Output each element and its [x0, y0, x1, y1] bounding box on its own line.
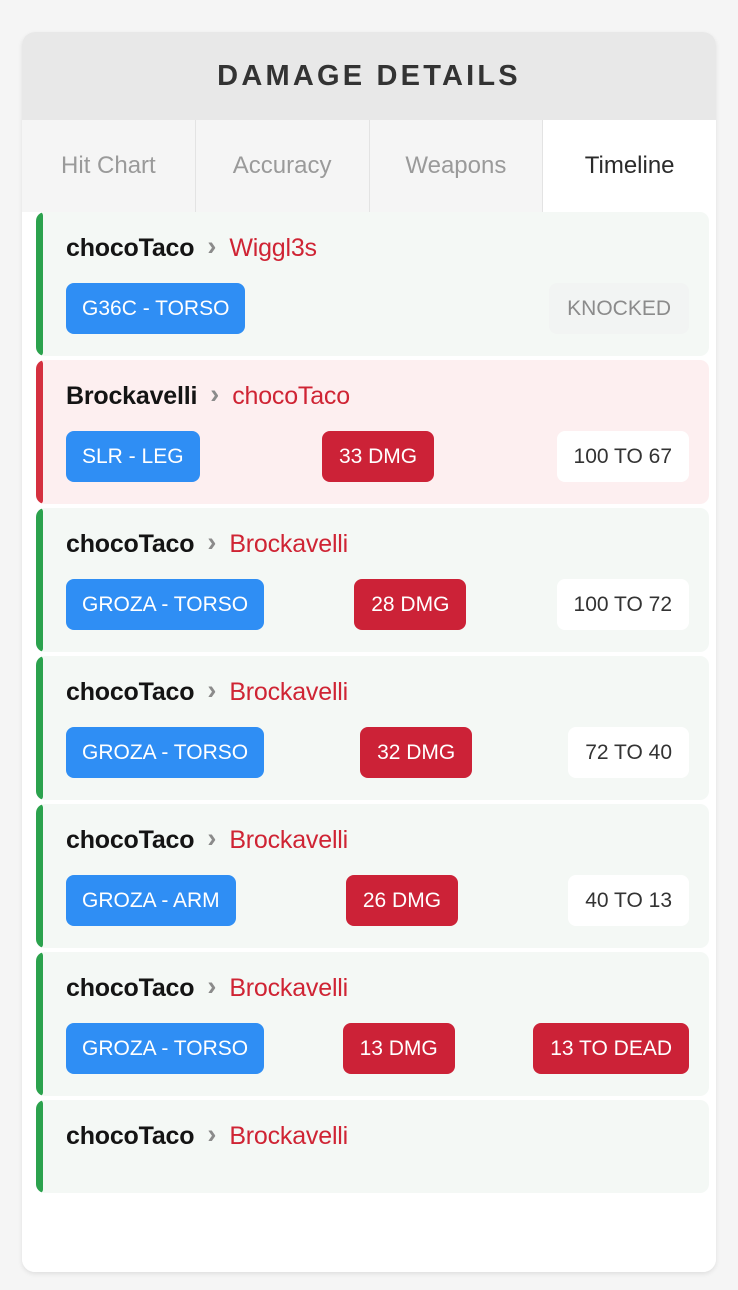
victim-name: Brockavelli	[229, 826, 349, 854]
victim-name: Brockavelli	[229, 1122, 349, 1150]
event-accent-bar	[36, 804, 43, 948]
event-accent-bar	[36, 952, 43, 1096]
event-badges: GROZA - ARM 26 DMG 40 TO 13	[66, 875, 690, 926]
event-participants: chocoTaco › Brockavelli	[66, 675, 689, 707]
event-accent-bar	[36, 656, 43, 800]
attacker-name: chocoTaco	[66, 234, 195, 262]
chevron-right-icon: ›	[207, 527, 217, 557]
weapon-badge: GROZA - TORSO	[66, 579, 265, 630]
tab-bar: Hit Chart Accuracy Weapons Timeline	[22, 120, 716, 212]
event-participants: Brockavelli › chocoTaco	[66, 379, 689, 411]
event-badges: GROZA - TORSO 13 DMG 13 TO DEAD	[66, 1023, 689, 1074]
health-change-badge: 40 TO 13	[568, 875, 690, 926]
timeline-event[interactable]: chocoTaco › Brockavelli GROZA - TORSO 13 DMG…	[36, 952, 709, 1096]
event-accent-bar	[36, 1100, 43, 1193]
chevron-right-icon: ›	[207, 675, 217, 705]
attacker-name: chocoTaco	[66, 678, 195, 706]
event-participants: chocoTaco › Brockavelli	[66, 823, 689, 855]
chevron-right-icon: ›	[207, 971, 217, 1001]
tab-weapons[interactable]: Weapons	[369, 120, 544, 212]
victim-name: Brockavelli	[229, 678, 349, 706]
victim-name: chocoTaco	[232, 382, 350, 410]
tab-hit-chart[interactable]: Hit Chart	[22, 120, 196, 212]
weapon-badge: SLR - LEG	[66, 431, 200, 482]
health-change-badge: 72 TO 40	[568, 727, 690, 778]
health-change-badge: 13 TO DEAD	[533, 1023, 689, 1074]
damage-badge: 13 DMG	[342, 1023, 455, 1074]
event-accent-bar	[36, 508, 43, 652]
event-badges: GROZA - TORSO 28 DMG 100 TO 72	[66, 579, 689, 630]
weapon-badge: GROZA - TORSO	[66, 727, 265, 778]
victim-name: Brockavelli	[229, 974, 349, 1002]
status-badge: KNOCKED	[549, 283, 689, 334]
timeline-event[interactable]: chocoTaco › Brockavelli GROZA - ARM 26 DMG 40…	[36, 804, 709, 948]
event-participants: chocoTaco › Brockavelli	[66, 971, 689, 1003]
event-participants: chocoTaco › Brockavelli	[66, 1119, 689, 1151]
event-participants: chocoTaco › Brockavelli	[66, 527, 689, 559]
chevron-right-icon: ›	[207, 231, 217, 261]
timeline-event[interactable]: chocoTaco › Brockavelli GROZA - TORSO 32 DMG…	[36, 656, 709, 800]
timeline-event[interactable]: chocoTaco › Brockavelli	[36, 1100, 709, 1193]
attacker-name: chocoTaco	[66, 826, 195, 854]
chevron-right-icon: ›	[207, 1119, 217, 1149]
card-header: DAMAGE DETAILS	[22, 32, 716, 120]
damage-badge: 28 DMG	[354, 579, 467, 630]
damage-badge: 33 DMG	[321, 431, 435, 482]
event-accent-bar	[36, 360, 43, 504]
event-participants: chocoTaco › Wiggl3s	[66, 231, 689, 263]
victim-name: Brockavelli	[229, 530, 349, 558]
damage-badge: 26 DMG	[345, 875, 459, 926]
chevron-right-icon: ›	[207, 823, 217, 853]
attacker-name: Brockavelli	[66, 382, 198, 410]
event-badges: GROZA - TORSO 32 DMG 72 TO 40	[66, 727, 690, 778]
attacker-name: chocoTaco	[66, 530, 195, 558]
event-badges: SLR - LEG 33 DMG 100 TO 67	[66, 431, 690, 482]
health-change-badge: 100 TO 72	[556, 579, 689, 630]
attacker-name: chocoTaco	[66, 1122, 195, 1150]
damage-details-card: DAMAGE DETAILS Hit Chart Accuracy Weapons T…	[22, 32, 716, 1272]
timeline-event[interactable]: chocoTaco › Wiggl3s G36C - TORSO KNOCKED	[36, 212, 709, 356]
screen: DAMAGE DETAILS Hit Chart Accuracy Weapons T…	[0, 0, 738, 1290]
tab-timeline[interactable]: Timeline	[543, 120, 716, 212]
event-badges: G36C - TORSO KNOCKED	[66, 283, 689, 334]
page-title: DAMAGE DETAILS	[217, 59, 521, 92]
weapon-badge: GROZA - ARM	[66, 875, 236, 926]
chevron-right-icon: ›	[210, 379, 220, 409]
victim-name: Wiggl3s	[229, 234, 317, 262]
damage-badge: 32 DMG	[360, 727, 473, 778]
timeline-list: chocoTaco › Wiggl3s G36C - TORSO KNOCKED Broc…	[22, 212, 716, 1272]
weapon-badge: G36C - TORSO	[66, 283, 246, 334]
timeline-event[interactable]: Brockavelli › chocoTaco SLR - LEG 33 DMG 100 …	[36, 360, 709, 504]
health-change-badge: 100 TO 67	[556, 431, 690, 482]
tab-accuracy[interactable]: Accuracy	[195, 120, 370, 212]
event-accent-bar	[36, 212, 43, 356]
timeline-event[interactable]: chocoTaco › Brockavelli GROZA - TORSO 28 DMG…	[36, 508, 709, 652]
attacker-name: chocoTaco	[66, 974, 195, 1002]
weapon-badge: GROZA - TORSO	[66, 1023, 265, 1074]
